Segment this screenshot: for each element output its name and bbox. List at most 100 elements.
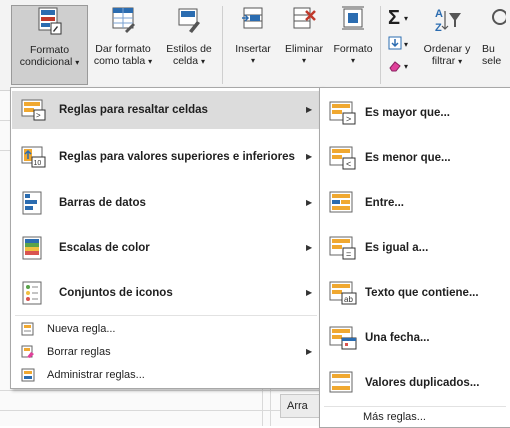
submenu-item-label: Es mayor que... xyxy=(365,107,451,119)
menu-item-top-bottom-rules[interactable]: 10 Reglas para valores superiores e infe… xyxy=(12,138,320,176)
menu-item-data-bars[interactable]: Barras de datos ▶ xyxy=(12,185,320,221)
chevron-down-icon: ▾ xyxy=(148,57,153,66)
duplicate-values-icon xyxy=(329,371,353,393)
fill-down-icon[interactable] xyxy=(388,36,402,50)
data-bars-icon xyxy=(22,191,42,215)
eraser-icon[interactable] xyxy=(388,60,402,72)
cell-styles-label-1: Estilos de xyxy=(166,43,212,55)
svg-text:Z: Z xyxy=(435,22,442,34)
conditional-format-icon xyxy=(38,7,61,35)
svg-text:>: > xyxy=(346,114,351,124)
menu-item-label: Reglas para resaltar celdas xyxy=(59,104,208,116)
ribbon-separator xyxy=(222,6,223,84)
delete-button[interactable]: Eliminar ▾ xyxy=(279,5,329,83)
sheet-button[interactable]: Arra xyxy=(280,394,322,418)
cell-styles-label-2: celda xyxy=(172,55,199,67)
find-select-button[interactable]: Bu sele xyxy=(482,5,510,83)
ribbon-separator xyxy=(380,6,381,84)
menu-item-label: Barras de datos xyxy=(59,197,146,209)
menu-item-manage-rules[interactable]: Administrar reglas... xyxy=(12,364,320,386)
sort-filter-button[interactable]: A Z Ordenar y filtrar ▾ xyxy=(418,5,476,83)
find-icon xyxy=(492,9,506,25)
manage-rules-icon xyxy=(21,368,35,382)
submenu-item-label: Texto que contiene... xyxy=(365,287,479,299)
chevron-down-icon: ▾ xyxy=(250,56,255,65)
chevron-down-icon[interactable]: ▾ xyxy=(404,60,408,72)
menu-item-clear-rules[interactable]: Borrar reglas ▶ xyxy=(12,341,320,363)
chevron-down-icon: ▾ xyxy=(301,56,306,65)
highlight-cells-submenu: > Es mayor que... < Es menor que... Entr… xyxy=(319,87,510,428)
submenu-item-less-than[interactable]: < Es menor que... xyxy=(321,138,507,178)
cell-styles-icon xyxy=(178,8,200,33)
format-as-table-button[interactable]: Dar formato como tabla ▾ xyxy=(88,5,158,83)
sort-filter-label-2: filtrar xyxy=(431,55,456,67)
conditional-format-label-2-wrap: condicional ▾ xyxy=(12,56,87,69)
between-icon xyxy=(329,191,353,213)
delete-label: Eliminar xyxy=(285,43,323,55)
format-label: Formato xyxy=(333,43,373,55)
menu-separator xyxy=(324,406,506,407)
submenu-item-duplicate-values[interactable]: Valores duplicados... xyxy=(321,363,507,403)
format-as-table-label-1: Dar formato xyxy=(95,43,151,55)
chevron-down-icon[interactable]: ▾ xyxy=(404,12,408,24)
find-select-label-2: sele xyxy=(482,55,502,67)
clear-rules-icon xyxy=(21,345,34,358)
sheet-button-label: Arra xyxy=(287,400,308,412)
autosum-icon[interactable]: Σ xyxy=(388,8,400,28)
chevron-down-icon: ▾ xyxy=(75,58,80,67)
chevron-right-icon: ▶ xyxy=(306,152,313,161)
sort-filter-label-2-wrap: filtrar ▾ xyxy=(418,55,476,68)
greater-than-icon: > xyxy=(329,101,356,125)
submenu-item-label: Valores duplicados... xyxy=(365,377,480,389)
ribbon: Formato condicional ▾ Dar formato como t… xyxy=(0,0,510,91)
submenu-item-text-contains[interactable]: ab Texto que contiene... xyxy=(321,273,507,313)
find-select-label-1: Bu xyxy=(482,43,495,55)
submenu-item-between[interactable]: Entre... xyxy=(321,183,507,223)
svg-text:=: = xyxy=(346,249,351,259)
conditional-format-label-2: condicional xyxy=(19,56,73,68)
submenu-item-date[interactable]: Una fecha... xyxy=(321,318,507,358)
menu-item-highlight-cells-rules[interactable]: > Reglas para resaltar celdas ▶ xyxy=(12,91,320,129)
submenu-item-equal-to[interactable]: = Es igual a... xyxy=(321,228,507,268)
submenu-item-more-rules[interactable]: Más reglas... xyxy=(321,408,507,426)
menu-item-icon-sets[interactable]: Conjuntos de iconos ▶ xyxy=(12,275,320,311)
svg-text:>: > xyxy=(36,111,41,120)
format-as-table-icon xyxy=(112,7,135,33)
new-rule-icon xyxy=(21,322,34,336)
chevron-down-icon[interactable]: ▾ xyxy=(404,38,408,50)
menu-item-label: Escalas de color xyxy=(59,242,150,254)
submenu-item-greater-than[interactable]: > Es mayor que... xyxy=(321,93,507,133)
text-contains-icon: ab xyxy=(329,281,357,305)
submenu-item-label: Más reglas... xyxy=(363,411,426,423)
format-as-table-label-2-wrap: como tabla ▾ xyxy=(88,55,158,68)
less-than-icon: < xyxy=(329,146,356,170)
cell-styles-label-2-wrap: celda ▾ xyxy=(160,55,218,68)
delete-cells-icon xyxy=(293,7,316,29)
format-cells-icon xyxy=(342,6,364,30)
chevron-down-icon: ▾ xyxy=(201,57,206,66)
cell-styles-button[interactable]: Estilos de celda ▾ xyxy=(160,5,218,83)
menu-item-label: Borrar reglas xyxy=(47,346,111,358)
format-button[interactable]: Formato ▾ xyxy=(330,5,376,83)
chevron-right-icon: ▶ xyxy=(306,288,313,297)
menu-item-label: Reglas para valores superiores e inferio… xyxy=(59,151,295,163)
submenu-item-label: Una fecha... xyxy=(365,332,430,344)
svg-text:10: 10 xyxy=(34,160,42,167)
menu-item-label: Conjuntos de iconos xyxy=(59,287,173,299)
menu-item-color-scales[interactable]: Escalas de color ▶ xyxy=(12,230,320,266)
conditional-format-label-1: Formato xyxy=(29,44,70,56)
conditional-format-button[interactable]: Formato condicional ▾ xyxy=(11,5,88,85)
menu-separator xyxy=(15,315,317,316)
chevron-right-icon: ▶ xyxy=(306,105,313,114)
submenu-item-label: Es igual a... xyxy=(365,242,429,254)
insert-button[interactable]: Insertar ▾ xyxy=(228,5,278,83)
svg-text:ab: ab xyxy=(344,295,353,304)
menu-item-new-rule[interactable]: Nueva regla... xyxy=(12,318,320,340)
insert-label: Insertar xyxy=(235,43,271,55)
equal-to-icon: = xyxy=(329,236,356,260)
top-bottom-rules-icon: 10 xyxy=(21,146,46,168)
submenu-item-label: Es menor que... xyxy=(365,152,451,164)
format-as-table-label-2: como tabla xyxy=(93,55,146,67)
color-scales-icon xyxy=(22,236,42,260)
submenu-item-label: Entre... xyxy=(365,197,404,209)
